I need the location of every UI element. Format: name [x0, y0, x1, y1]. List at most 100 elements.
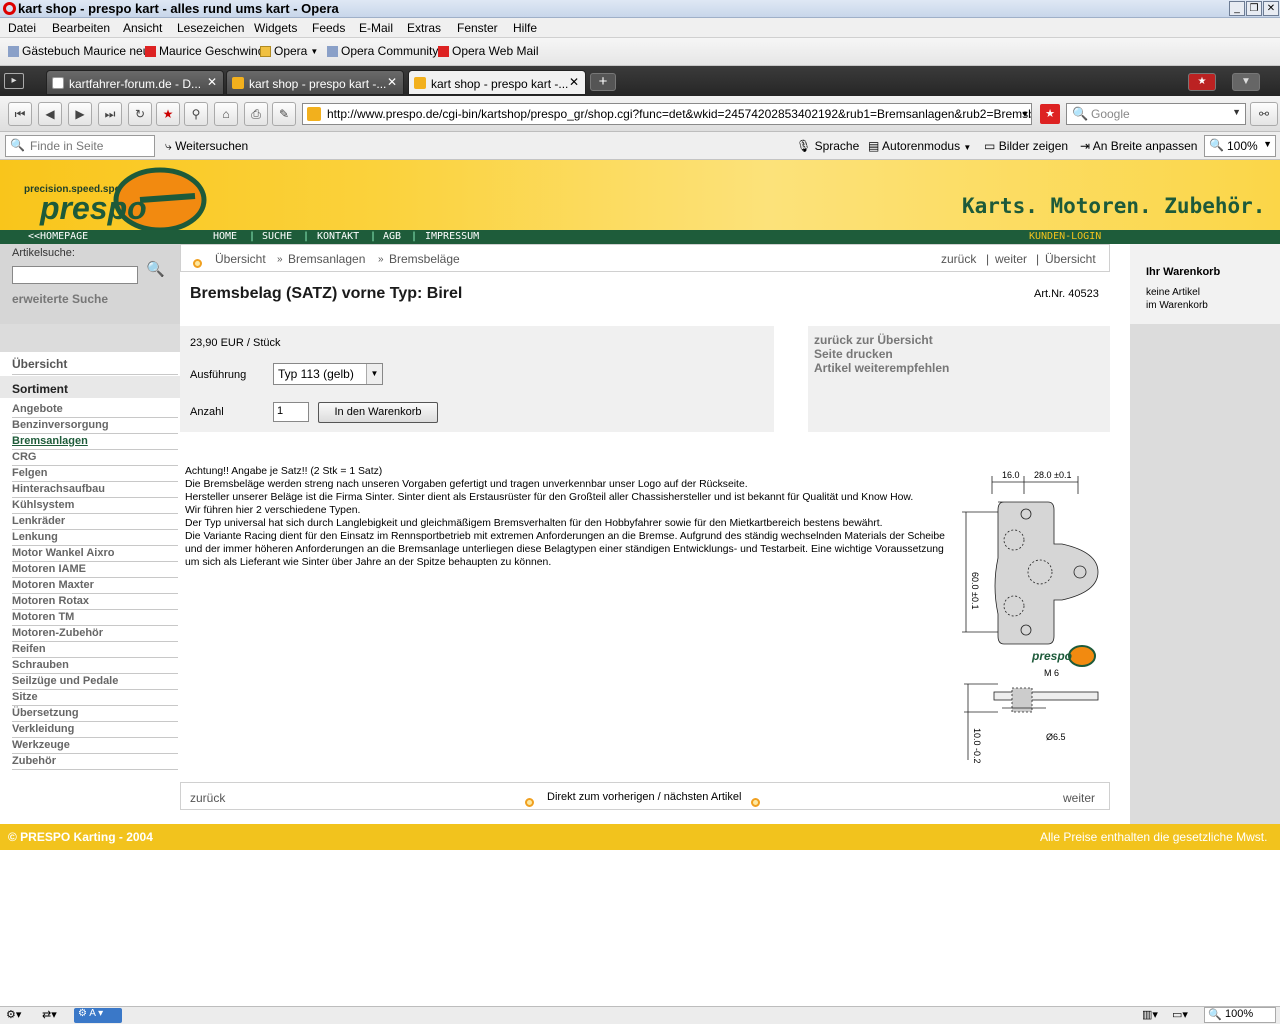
nav-kontakt[interactable]: KONTAKT — [317, 231, 359, 242]
recommend-article-link[interactable]: Artikel weiterempfehlen — [814, 361, 949, 375]
tab-kartfahrer[interactable]: kartfahrer-forum.de - D... ✕ — [46, 70, 224, 95]
address-dropdown-icon[interactable]: ▼ — [1018, 104, 1032, 124]
menu-email[interactable]: E-Mail — [359, 21, 393, 35]
find-next-button[interactable]: ⤷ Weitersuchen — [165, 139, 248, 154]
menu-lesezeichen[interactable]: Lesezeichen — [177, 21, 244, 35]
sidebar-category[interactable]: Motoren TM — [12, 611, 74, 623]
sidebar-category[interactable]: Motoren Rotax — [12, 595, 89, 607]
fastforward-button[interactable]: ⏭ — [98, 102, 122, 126]
edit-icon[interactable]: ✎ — [272, 102, 296, 126]
image-mode-icon[interactable]: ▭▾ — [1172, 1008, 1188, 1021]
search-input[interactable]: 🔍 Google ▼ — [1066, 103, 1246, 125]
sidebar-category[interactable]: Übersetzung — [12, 707, 79, 719]
sidebar-category[interactable]: Angebote — [12, 403, 63, 415]
sidebar-category[interactable]: Benzinversorgung — [12, 419, 109, 431]
show-images-button[interactable]: ▭ Bilder zeigen — [984, 139, 1068, 153]
zoom-select[interactable]: 🔍 100% ▼ — [1204, 135, 1276, 157]
nav-suche[interactable]: SUCHE — [262, 231, 292, 242]
sidebar-category[interactable]: Seilzüge und Pedale — [12, 675, 118, 687]
close-tab-icon[interactable]: ✕ — [207, 75, 217, 89]
menu-hilfe[interactable]: Hilfe — [513, 21, 537, 35]
menu-datei[interactable]: Datei — [8, 21, 36, 35]
nav-agb[interactable]: AGB — [383, 231, 401, 242]
sidebar-category[interactable]: Reifen — [12, 643, 46, 655]
print-button[interactable]: ⎙ — [244, 102, 268, 126]
language-button[interactable]: 🎙 Sprache — [796, 139, 859, 153]
sidebar-category[interactable]: Schrauben — [12, 659, 69, 671]
voice-icon[interactable]: ⚙ A ▾ — [74, 1008, 122, 1023]
site-logo[interactable]: prespo — [40, 190, 147, 227]
network-icon[interactable]: ⇄▾ — [42, 1008, 57, 1021]
menu-extras[interactable]: Extras — [407, 21, 441, 35]
breadcrumb-back-link[interactable]: zurück — [941, 252, 976, 266]
variant-select[interactable]: Typ 113 (gelb) ▼ — [273, 363, 383, 385]
sidebar-category[interactable]: Motoren-Zubehör — [12, 627, 103, 639]
sidebar-category[interactable]: Lenkräder — [12, 515, 65, 527]
menu-bearbeiten[interactable]: Bearbeiten — [52, 21, 110, 35]
wand-icon[interactable]: ⚲ — [184, 102, 208, 126]
menu-ansicht[interactable]: Ansicht — [123, 21, 162, 35]
close-tab-icon[interactable]: ✕ — [387, 75, 397, 89]
back-to-overview-link[interactable]: zurück zur Übersicht — [814, 333, 933, 347]
menu-feeds[interactable]: Feeds — [312, 21, 345, 35]
chevron-down-icon[interactable]: ▼ — [1232, 107, 1241, 117]
homepage-link[interactable]: <<HOMEPAGE — [28, 231, 88, 242]
sidebar-category[interactable]: Motor Wankel Aixro — [12, 547, 114, 559]
add-to-cart-button[interactable]: In den Warenkorb — [318, 402, 438, 423]
sidebar-category[interactable]: Bremsanlagen — [12, 435, 88, 447]
breadcrumb-bremsanlagen[interactable]: Bremsanlagen — [288, 252, 365, 266]
tools-icon[interactable]: ⚙▾ — [6, 1008, 21, 1021]
kunden-login-link[interactable]: KUNDEN-LOGIN — [1029, 231, 1101, 242]
sidebar-category[interactable]: Felgen — [12, 467, 47, 479]
new-tab-button[interactable]: + — [590, 73, 616, 91]
quantity-input[interactable]: 1 — [273, 402, 309, 422]
minimize-button[interactable]: _ — [1229, 1, 1245, 16]
sidebar-category[interactable]: Kühlsystem — [12, 499, 74, 511]
nav-home[interactable]: HOME — [213, 231, 237, 242]
bookmark-star-icon[interactable]: ★ — [1040, 104, 1060, 124]
sidebar-category[interactable]: Lenkung — [12, 531, 58, 543]
breadcrumb-overview[interactable]: Übersicht — [215, 252, 266, 266]
back-button[interactable]: ◀ — [38, 102, 62, 126]
breadcrumb-bremsbelaege[interactable]: Bremsbeläge — [389, 252, 460, 266]
bookmark-opera-community[interactable]: Opera Community — [327, 44, 438, 58]
maximize-button[interactable]: ❐ — [1246, 1, 1262, 16]
sidebar-category[interactable]: Motoren IAME — [12, 563, 86, 575]
menu-widgets[interactable]: Widgets — [254, 21, 297, 35]
rewind-button[interactable]: ⏮ — [8, 102, 32, 126]
breadcrumb-next-link[interactable]: weiter — [995, 252, 1027, 266]
previous-article-link[interactable]: zurück — [190, 791, 225, 805]
address-field[interactable]: http://www.prespo.de/cgi-bin/kartshop/pr… — [302, 103, 1032, 125]
view-icon[interactable]: ▥▾ — [1142, 1008, 1158, 1021]
bookmark-page-icon[interactable]: ★ — [156, 102, 180, 126]
search-icon[interactable]: 🔍 — [146, 260, 165, 278]
sidebar-category[interactable]: Verkleidung — [12, 723, 74, 735]
trash-icon[interactable]: ▼ — [1232, 73, 1260, 91]
fit-width-button[interactable]: ⇥ An Breite anpassen — [1080, 139, 1197, 153]
forward-button[interactable]: ▶ — [68, 102, 92, 126]
reload-button[interactable]: ↻ — [128, 102, 152, 126]
extended-search-link[interactable]: erweiterte Suche — [12, 292, 108, 306]
print-page-link[interactable]: Seite drucken — [814, 347, 893, 361]
tab-kartshop-1[interactable]: kart shop - prespo kart -... ✕ — [226, 70, 404, 95]
menu-fenster[interactable]: Fenster — [457, 21, 498, 35]
bookmark-opera-webmail[interactable]: Opera Web Mail — [438, 44, 538, 58]
sidebar-category[interactable]: Sitze — [12, 691, 38, 703]
next-article-link[interactable]: weiter — [1063, 791, 1095, 805]
home-button[interactable]: ⌂ — [214, 102, 238, 126]
close-tab-icon[interactable]: ✕ — [569, 75, 579, 89]
sidebar-category[interactable]: Zubehör — [12, 755, 56, 767]
nav-impressum[interactable]: IMPRESSUM — [425, 231, 479, 242]
panel-toggle-icon[interactable]: ▸ — [4, 73, 24, 89]
sidebar-category[interactable]: Motoren Maxter — [12, 579, 94, 591]
bookmark-folder-opera[interactable]: Opera ▼ — [260, 44, 318, 58]
bookmark-gaestebuch[interactable]: Gästebuch Maurice neu — [8, 44, 149, 58]
sidebar-category[interactable]: Werkzeuge — [12, 739, 70, 751]
article-search-input[interactable] — [12, 266, 138, 284]
close-window-button[interactable]: ✕ — [1263, 1, 1279, 16]
breadcrumb-overview-link[interactable]: Übersicht — [1045, 252, 1096, 266]
trash-closed-tabs-icon[interactable]: ★ — [1188, 73, 1216, 91]
opera-unite-icon[interactable]: ⚯ — [1250, 102, 1278, 126]
status-zoom-select[interactable]: 🔍 100% — [1204, 1007, 1276, 1023]
tab-kartshop-active[interactable]: kart shop - prespo kart -... ✕ — [408, 70, 586, 95]
